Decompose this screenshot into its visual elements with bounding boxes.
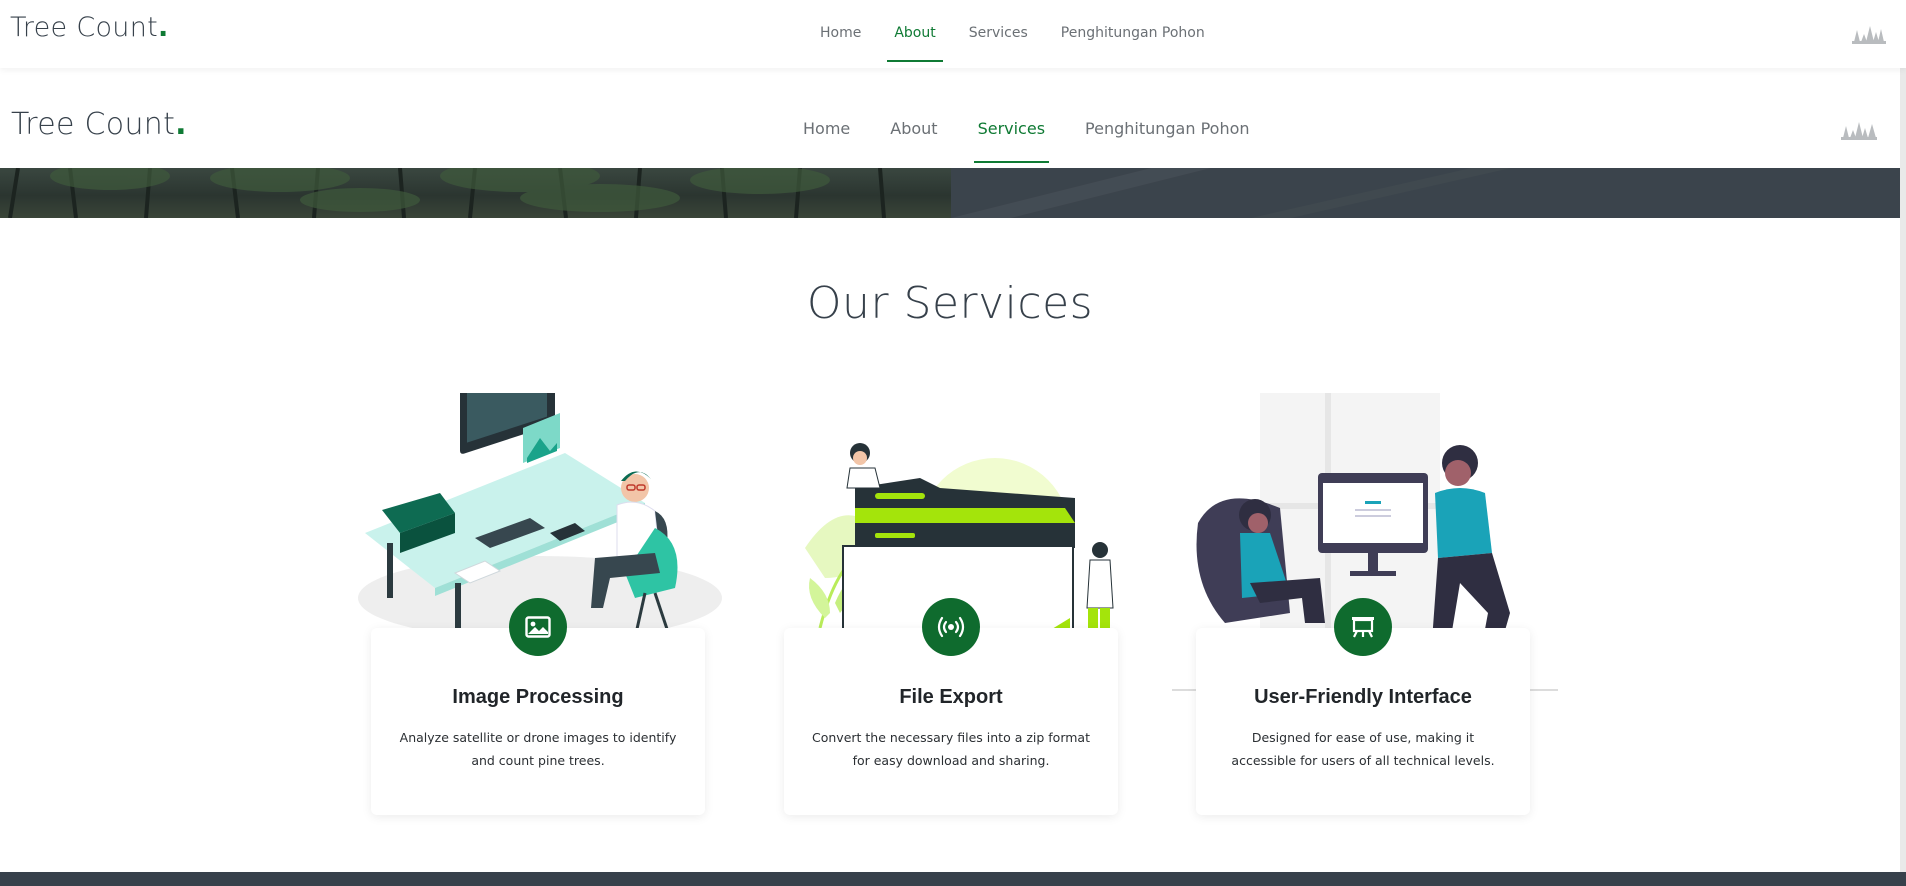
brand-text: Tree Count xyxy=(11,107,176,142)
services-section: Our Services Image Processing Analyze sa… xyxy=(0,218,1900,872)
card-description: Analyze satellite or drone images to ide… xyxy=(399,730,677,768)
footer-bar xyxy=(0,872,1906,886)
hero-banner xyxy=(0,168,1900,218)
nav-services[interactable]: Services xyxy=(969,25,1028,41)
sticky-header: Tree Count. Home About Services Penghitu… xyxy=(0,0,1906,68)
brand-logo[interactable]: Tree Count. xyxy=(10,12,169,43)
card-description: Convert the necessary files into a zip f… xyxy=(812,730,1090,768)
page: Tree Count. Home About Services Penghitu… xyxy=(0,0,1906,886)
card-icon-badge xyxy=(922,598,980,656)
image-icon xyxy=(525,616,551,638)
hero-dark-overlay xyxy=(951,168,1900,218)
nav-penghitungan-pohon[interactable]: Penghitungan Pohon xyxy=(1085,119,1249,138)
tree-logo-icon xyxy=(1841,122,1877,140)
main-nav: Home About Services Penghitungan Pohon xyxy=(820,25,1238,62)
main-nav: Home About Services Penghitungan Pohon xyxy=(803,119,1290,163)
service-card: File Export Convert the necessary files … xyxy=(784,598,1118,815)
tree-logo-icon xyxy=(1852,26,1886,44)
hero-forest-image xyxy=(0,168,951,218)
card-title: File Export xyxy=(899,686,1003,708)
nav-home[interactable]: Home xyxy=(820,25,861,41)
nav-about[interactable]: About xyxy=(890,119,937,138)
card-icon-badge xyxy=(1334,598,1392,656)
brand-dot: . xyxy=(175,107,187,142)
scrollbar-track[interactable] xyxy=(1900,68,1906,872)
nav-about[interactable]: About xyxy=(887,25,944,62)
nav-services[interactable]: Services xyxy=(973,119,1050,163)
service-card: User-Friendly Interface Designed for eas… xyxy=(1196,598,1530,815)
broadcast-icon xyxy=(937,616,965,638)
section-title: Our Services xyxy=(806,278,1094,329)
card-icon-badge xyxy=(509,598,567,656)
brand-logo[interactable]: Tree Count. xyxy=(11,107,187,142)
card-description: Designed for ease of use, making it acce… xyxy=(1231,730,1495,768)
card-title: User-Friendly Interface xyxy=(1254,686,1472,708)
nav-home[interactable]: Home xyxy=(803,119,850,138)
nav-penghitungan-pohon[interactable]: Penghitungan Pohon xyxy=(1061,25,1205,41)
brand-dot: . xyxy=(158,12,169,43)
service-card: Image Processing Analyze satellite or dr… xyxy=(371,598,705,815)
brand-text: Tree Count xyxy=(10,12,159,43)
card-title: Image Processing xyxy=(452,686,624,708)
presentation-icon xyxy=(1352,617,1374,638)
main-header: Tree Count. Home About Services Penghitu… xyxy=(0,68,1900,168)
